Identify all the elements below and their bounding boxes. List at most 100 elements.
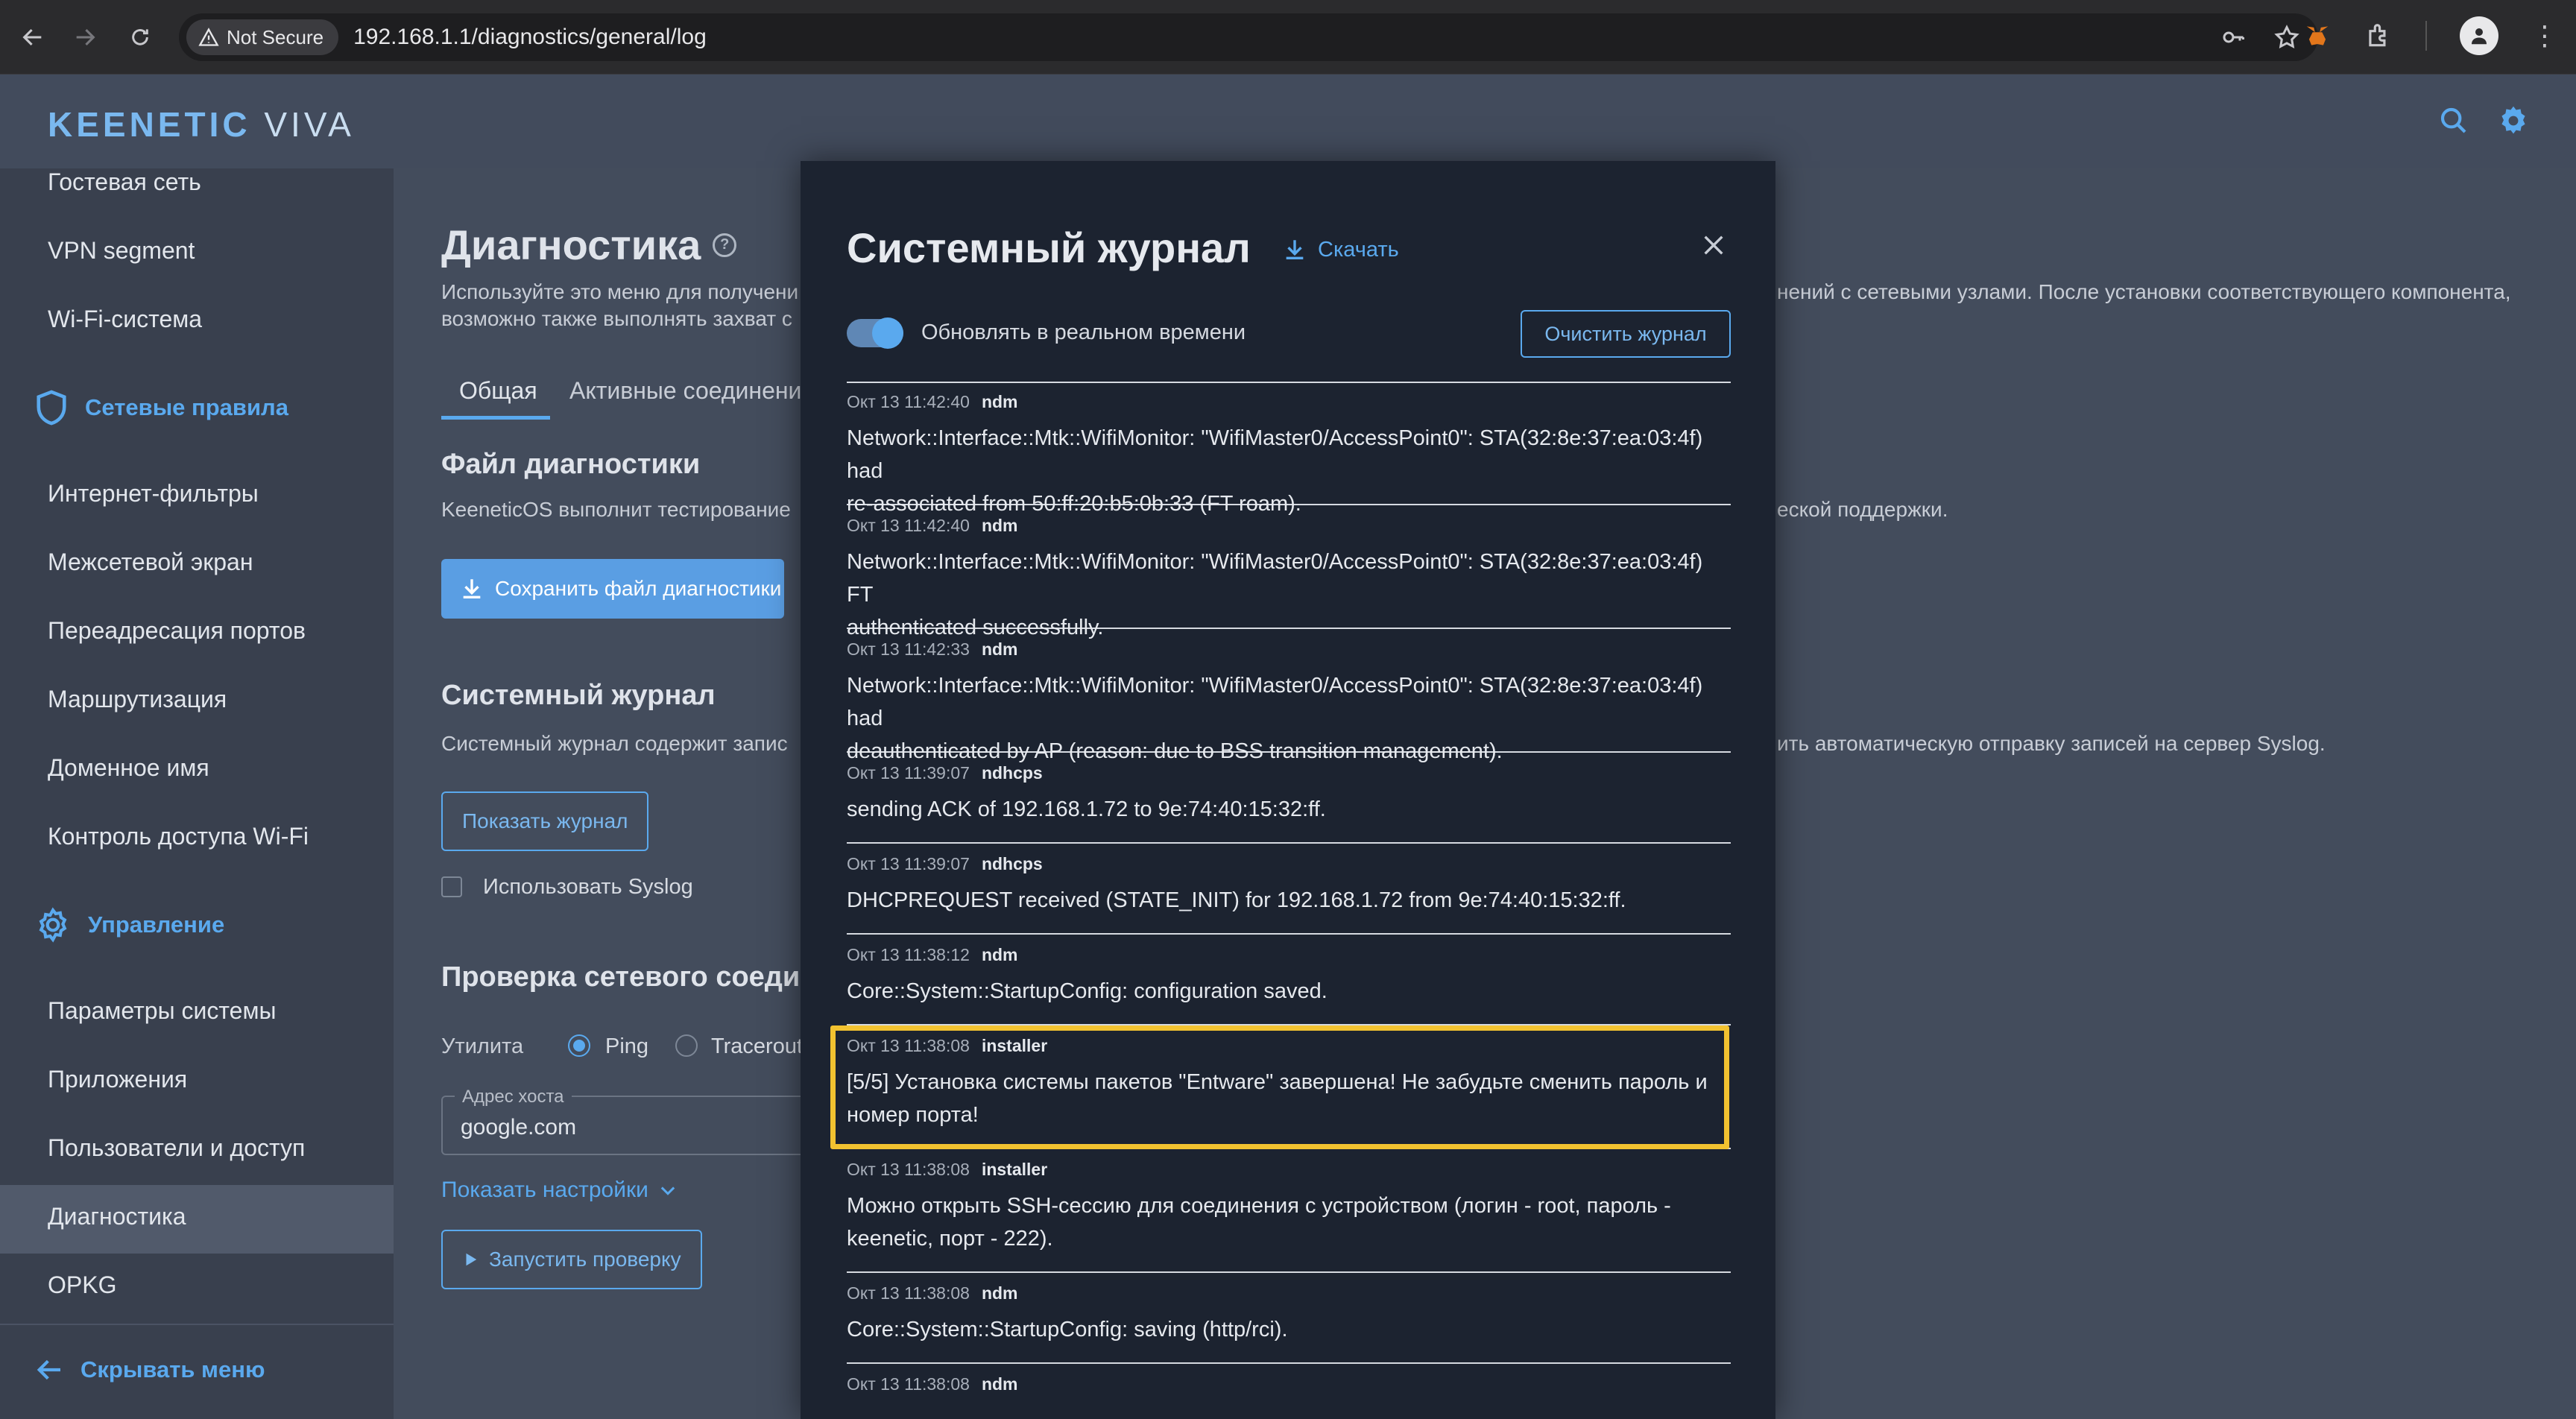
log-entry-source: ndhcps <box>981 854 1043 873</box>
log-entry-meta: Окт 13 11:39:07 ndhcps <box>847 763 1043 783</box>
log-entry-source: ndm <box>981 639 1018 659</box>
log-entry-meta: Окт 13 11:42:40 ndm <box>847 392 1018 412</box>
log-entry-source: ndhcps <box>981 763 1043 783</box>
shield-icon <box>37 390 66 426</box>
sidebar-section-management[interactable]: Управление <box>34 906 224 944</box>
modal-title: Системный журнал <box>847 224 1251 271</box>
password-key-icon[interactable] <box>2220 24 2247 51</box>
chevron-down-icon <box>660 1186 675 1195</box>
log-entry-source: ndm <box>981 1374 1018 1394</box>
sidebar-item-domain-name[interactable]: Доменное имя <box>48 754 209 782</box>
collapse-menu-button[interactable]: Скрывать меню <box>34 1355 265 1385</box>
intro-line-1: Используйте это меню для получени <box>441 280 799 303</box>
diag-file-title: Файл диагностики <box>441 449 701 480</box>
realtime-toggle[interactable] <box>847 317 903 349</box>
log-entry-source: ndm <box>981 1283 1018 1303</box>
metamask-icon[interactable] <box>2303 22 2332 50</box>
brand-logo[interactable]: KEENETIC VIVA <box>48 104 355 145</box>
gear-icon[interactable] <box>2496 103 2531 139</box>
back-icon[interactable] <box>12 16 54 58</box>
sidebar-item-diagnostics[interactable]: Диагностика <box>48 1203 186 1230</box>
use-syslog-checkbox[interactable] <box>441 876 462 897</box>
log-entry-line: Можно открыть SSH-сессию для соединения … <box>847 1194 1671 1218</box>
sidebar-item-vpn-segment[interactable]: VPN segment <box>48 237 195 265</box>
show-log-button[interactable]: Показать журнал <box>441 791 649 851</box>
run-check-button[interactable]: Запустить проверку <box>441 1230 702 1289</box>
log-entry-message: DHCPREQUEST received (STATE_INIT) for 19… <box>847 884 1731 917</box>
log-entry: Окт 13 11:38:08 installer [5/5] Установка … <box>847 1025 1731 1149</box>
sidebar-item-wifi-access-control[interactable]: Контроль доступа Wi-Fi <box>48 823 309 850</box>
system-log-modal: Системный журнал Скачать Обновлять в реа… <box>801 161 1775 1419</box>
sidebar-item-opkg[interactable]: OPKG <box>48 1271 116 1299</box>
log-entry-meta: Окт 13 11:38:08 ndm <box>847 1374 1018 1394</box>
download-icon <box>1286 240 1304 260</box>
log-entry: Окт 13 11:38:08 installer Можно открыть SS… <box>847 1149 1731 1273</box>
log-entry-line: keenetic, порт - 222). <box>847 1227 1053 1251</box>
tab-underline <box>441 416 550 420</box>
log-entry-line: Core::System::StartupConfig: saving (htt… <box>847 1318 1288 1341</box>
log-entry-time: Окт 13 11:42:40 <box>847 516 970 535</box>
log-entry-source: ndm <box>981 392 1018 411</box>
gear-icon <box>39 907 67 943</box>
download-icon <box>463 579 481 599</box>
sidebar-item-wifi-system[interactable]: Wi-Fi-система <box>48 306 202 333</box>
sidebar-section-network-rules[interactable]: Сетевые правила <box>34 389 288 426</box>
log-entry-line: DHCPREQUEST received (STATE_INIT) for 19… <box>847 888 1626 912</box>
log-entry-meta: Окт 13 11:38:08 ndm <box>847 1283 1018 1303</box>
log-entry-source: ndm <box>981 945 1018 964</box>
tab-active-connections[interactable]: Активные соединени <box>569 377 801 405</box>
log-entry-time: Окт 13 11:38:08 <box>847 1036 970 1055</box>
sidebar-item-users-access[interactable]: Пользователи и доступ <box>48 1134 305 1162</box>
log-entry-meta: Окт 13 11:42:33 ndm <box>847 639 1018 660</box>
download-log-link[interactable]: Скачать <box>1282 237 1399 262</box>
show-settings-label: Показать настройки <box>441 1178 648 1202</box>
host-address-field[interactable]: Адрес хоста google.com <box>441 1087 829 1155</box>
ping-radio[interactable] <box>568 1034 590 1057</box>
bookmark-star-icon[interactable] <box>2273 24 2300 51</box>
collapse-menu-label: Скрывать меню <box>80 1356 265 1382</box>
sidebar-section-label: Сетевые правила <box>85 394 288 420</box>
sidebar-item-applications[interactable]: Приложения <box>48 1066 187 1093</box>
toolbar-divider <box>2425 21 2427 51</box>
log-entry: Окт 13 11:42:33 ndmNetwork::Interface::Mt… <box>847 629 1731 763</box>
extensions-icon[interactable] <box>2364 22 2393 50</box>
log-entry-meta: Окт 13 11:38:12 ndm <box>847 945 1018 965</box>
help-icon[interactable]: ? <box>713 233 737 257</box>
browser-menu-icon[interactable]: ⋮ <box>2531 22 2558 49</box>
sidebar-divider <box>0 1324 394 1325</box>
ping-label: Ping <box>605 1034 649 1058</box>
host-address-label: Адрес хоста <box>455 1087 572 1107</box>
log-entry-line: Network::Interface::Mtk::WifiMonitor: "W… <box>847 674 1703 730</box>
log-entry: Окт 13 11:39:07 ndhcps DHCPREQUEST receive… <box>847 844 1731 935</box>
log-entry-message: sending ACK of 192.168.1.72 to 9e:74:40:… <box>847 793 1731 826</box>
profile-avatar-icon[interactable] <box>2460 16 2498 55</box>
log-entry-message: Core::System::StartupConfig: saving (htt… <box>847 1313 1731 1346</box>
log-entry-time: Окт 13 11:42:40 <box>847 392 970 411</box>
sidebar-item-internet-filters[interactable]: Интернет-фильтры <box>48 480 259 508</box>
diag-file-text-right: еской поддержки. <box>1777 498 1948 521</box>
clear-log-button[interactable]: Очистить журнал <box>1521 310 1731 358</box>
log-entry: Окт 13 11:38:08 ndmCore::System::StartupC… <box>847 1273 1731 1364</box>
utility-label: Утилита <box>441 1034 524 1058</box>
search-icon[interactable] <box>2436 103 2472 139</box>
sidebar-item-firewall[interactable]: Межсетевой экран <box>48 549 253 576</box>
traceroute-radio[interactable] <box>675 1034 698 1057</box>
url-text: 192.168.1.1/diagnostics/general/log <box>353 25 707 49</box>
reload-icon[interactable] <box>119 16 161 58</box>
sidebar-item-routing[interactable]: Маршрутизация <box>48 686 227 713</box>
sidebar-item-system-settings[interactable]: Параметры системы <box>48 997 276 1025</box>
log-entry: Окт 13 11:38:08 ndm <box>847 1364 1731 1419</box>
sidebar-item-port-forwarding[interactable]: Переадресация портов <box>48 617 306 645</box>
show-settings-link[interactable]: Показать настройки <box>441 1178 678 1203</box>
sidebar-item-guest-network[interactable]: Гостевая сеть <box>48 168 201 196</box>
toggle-knob <box>872 317 903 349</box>
address-bar[interactable]: Not Secure 192.168.1.1/diagnostics/gener… <box>179 13 2318 61</box>
log-entry: Окт 13 11:42:40 ndm Network::Interface::Mt… <box>847 505 1731 639</box>
log-entry: Окт 13 11:38:12 ndm Core::System::StartupC… <box>847 935 1731 1025</box>
sidebar-section-label: Управление <box>88 911 225 938</box>
save-diagnostics-button[interactable]: Сохранить файл диагностики <box>441 559 784 619</box>
forward-icon[interactable] <box>64 16 106 58</box>
close-icon[interactable] <box>1696 228 1731 262</box>
tab-general[interactable]: Общая <box>459 377 537 405</box>
security-indicator[interactable]: Not Secure <box>186 19 339 55</box>
